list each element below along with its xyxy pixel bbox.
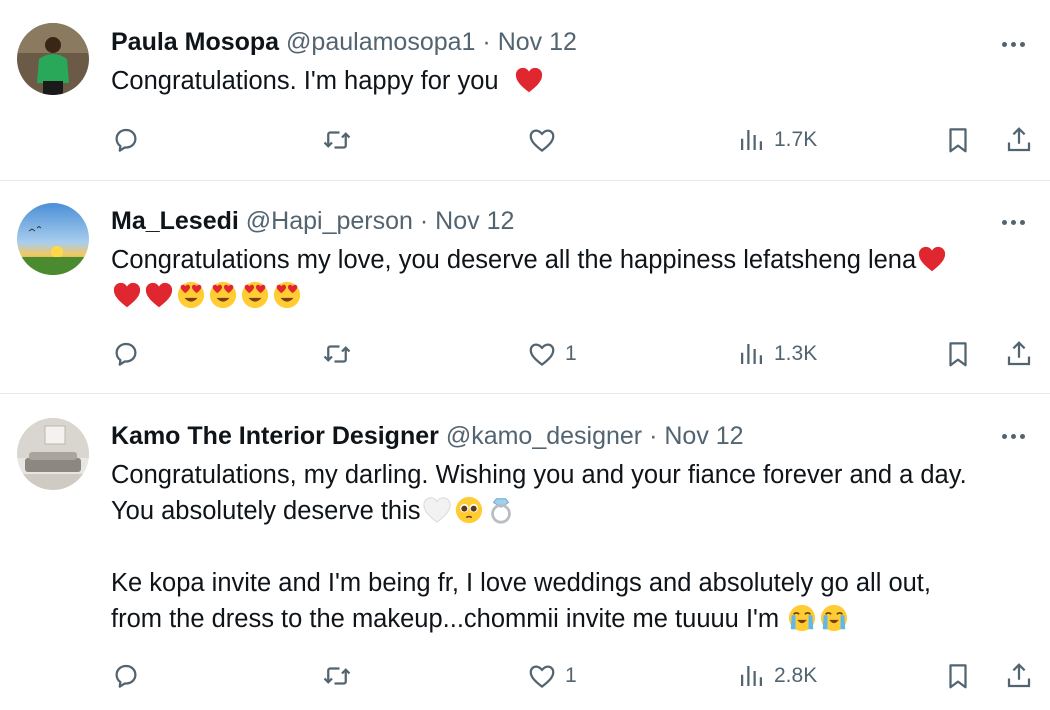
red-heart-emoji bbox=[144, 280, 174, 310]
like-count: 1 bbox=[565, 342, 577, 365]
like-button[interactable] bbox=[527, 120, 565, 160]
tweet-line: Congratulations. I'm happy for you bbox=[111, 67, 499, 95]
tweet-text: Congratulations, my darling. Wishing you… bbox=[111, 457, 1046, 637]
more-options-icon[interactable] bbox=[996, 424, 1030, 448]
bookmark-icon bbox=[943, 661, 973, 691]
author-name[interactable]: Paula Mosopa bbox=[111, 28, 279, 56]
red-heart-emoji bbox=[112, 280, 142, 310]
retweet-button[interactable] bbox=[322, 120, 360, 160]
more-options-icon[interactable] bbox=[996, 32, 1030, 56]
white-heart-emoji bbox=[422, 495, 452, 525]
reply-icon bbox=[111, 661, 141, 691]
tweet-line: Ke kopa invite and I'm being fr, I love … bbox=[111, 569, 931, 597]
separator: · bbox=[649, 422, 658, 450]
retweet-button[interactable] bbox=[322, 656, 360, 696]
pleading-face-emoji bbox=[454, 495, 484, 525]
like-count: 1 bbox=[565, 664, 577, 687]
ring-emoji bbox=[486, 495, 516, 525]
reply-button[interactable] bbox=[111, 656, 149, 696]
like-button[interactable]: 1 bbox=[527, 656, 577, 696]
separator: · bbox=[482, 28, 491, 56]
views-button[interactable]: 1.7K bbox=[736, 120, 817, 160]
tweet-line: from the dress to the makeup...chommii i… bbox=[111, 605, 780, 633]
action-bar: 1 2.8K bbox=[0, 656, 1050, 696]
avatar[interactable] bbox=[17, 418, 89, 490]
tweet[interactable]: Ma_Lesedi @Hapi_person · Nov 12 Congratu… bbox=[0, 181, 1050, 394]
retweet-button[interactable] bbox=[322, 334, 360, 374]
views-bar-chart-icon bbox=[736, 339, 766, 369]
retweet-icon bbox=[322, 339, 352, 369]
heart-eyes-emoji bbox=[240, 280, 270, 310]
heart-outline-icon bbox=[527, 125, 557, 155]
bookmark-button[interactable] bbox=[943, 656, 973, 696]
tweet-date[interactable]: Nov 12 bbox=[664, 422, 743, 450]
reply-icon bbox=[111, 125, 141, 155]
author-name[interactable]: Kamo The Interior Designer bbox=[111, 422, 439, 450]
views-button[interactable]: 1.3K bbox=[736, 334, 817, 374]
author-handle[interactable]: @kamo_designer bbox=[446, 422, 642, 450]
action-bar: 1 1.3K bbox=[0, 334, 1050, 374]
bookmark-button[interactable] bbox=[943, 334, 973, 374]
like-button[interactable]: 1 bbox=[527, 334, 577, 374]
tweet[interactable]: Paula Mosopa @paulamosopa1 · Nov 12 Cong… bbox=[0, 0, 1050, 181]
author-handle[interactable]: @Hapi_person bbox=[246, 207, 413, 235]
share-button[interactable] bbox=[1004, 656, 1034, 696]
tweet-header: Paula Mosopa @paulamosopa1 · Nov 12 bbox=[111, 26, 980, 58]
heart-eyes-emoji bbox=[272, 280, 302, 310]
action-bar: 1.7K bbox=[0, 120, 1050, 160]
avatar[interactable] bbox=[17, 23, 89, 95]
tweet-line: Congratulations, my darling. Wishing you… bbox=[111, 461, 967, 489]
tweet-text: Congratulations my love, you deserve all… bbox=[111, 242, 1040, 314]
views-bar-chart-icon bbox=[736, 661, 766, 691]
tweet[interactable]: Kamo The Interior Designer @kamo_designe… bbox=[0, 394, 1050, 710]
retweet-icon bbox=[322, 661, 352, 691]
view-count: 2.8K bbox=[774, 664, 818, 687]
loudly-crying-face-emoji bbox=[819, 603, 849, 633]
view-count: 1.7K bbox=[774, 128, 818, 151]
tweet-line: Congratulations my love, you deserve all… bbox=[111, 246, 917, 274]
bookmark-icon bbox=[943, 125, 973, 155]
reply-button[interactable] bbox=[111, 120, 149, 160]
views-button[interactable]: 2.8K bbox=[736, 656, 817, 696]
author-handle[interactable]: @paulamosopa1 bbox=[286, 28, 475, 56]
reply-button[interactable] bbox=[111, 334, 149, 374]
loudly-crying-face-emoji bbox=[787, 603, 817, 633]
share-button[interactable] bbox=[1004, 120, 1034, 160]
more-options-icon[interactable] bbox=[996, 210, 1030, 234]
tweet-text: Congratulations. I'm happy for you bbox=[111, 63, 1040, 99]
share-icon bbox=[1004, 339, 1034, 369]
heart-outline-icon bbox=[527, 339, 557, 369]
red-heart-emoji bbox=[514, 65, 544, 95]
tweet-date[interactable]: Nov 12 bbox=[435, 207, 514, 235]
views-bar-chart-icon bbox=[736, 125, 766, 155]
heart-eyes-emoji bbox=[208, 280, 238, 310]
share-button[interactable] bbox=[1004, 334, 1034, 374]
retweet-icon bbox=[322, 125, 352, 155]
red-heart-emoji bbox=[917, 244, 947, 274]
bookmark-button[interactable] bbox=[943, 120, 973, 160]
share-icon bbox=[1004, 661, 1034, 691]
avatar[interactable] bbox=[17, 203, 89, 275]
heart-outline-icon bbox=[527, 661, 557, 691]
heart-eyes-emoji bbox=[176, 280, 206, 310]
view-count: 1.3K bbox=[774, 342, 818, 365]
tweet-date[interactable]: Nov 12 bbox=[498, 28, 577, 56]
reply-icon bbox=[111, 339, 141, 369]
author-name[interactable]: Ma_Lesedi bbox=[111, 207, 239, 235]
tweet-header: Kamo The Interior Designer @kamo_designe… bbox=[111, 420, 980, 452]
share-icon bbox=[1004, 125, 1034, 155]
tweet-line: You absolutely deserve this bbox=[111, 497, 421, 525]
tweet-header: Ma_Lesedi @Hapi_person · Nov 12 bbox=[111, 205, 980, 237]
bookmark-icon bbox=[943, 339, 973, 369]
separator: · bbox=[419, 207, 429, 235]
